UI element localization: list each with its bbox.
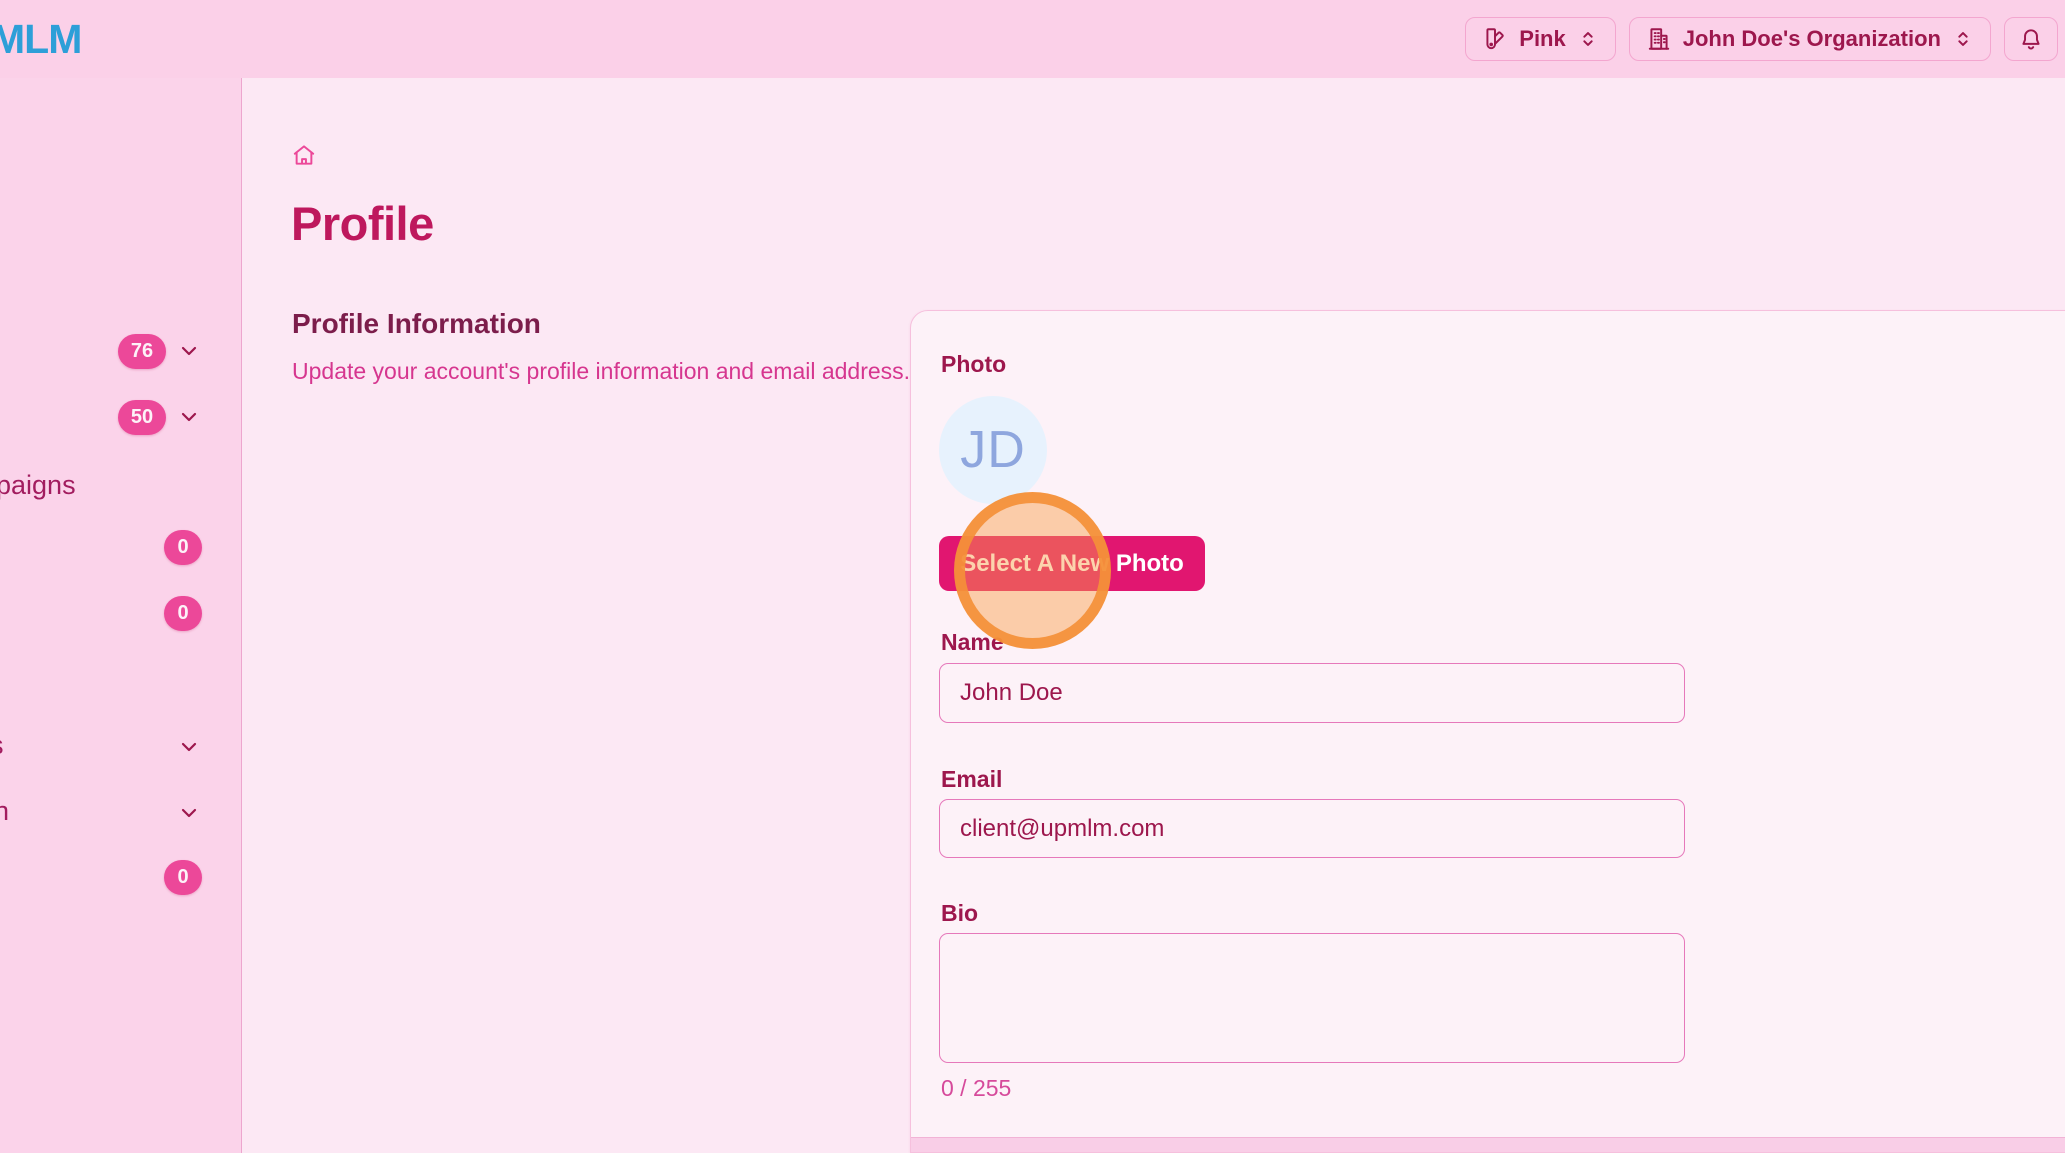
chevron-down-icon[interactable] bbox=[177, 801, 201, 825]
chevron-down-icon[interactable] bbox=[177, 405, 201, 429]
theme-selector-label: Pink bbox=[1519, 26, 1565, 52]
avatar-initials: JD bbox=[960, 420, 1026, 480]
sidebar-count-badge: 0 bbox=[164, 596, 202, 631]
page-title: Profile bbox=[291, 196, 434, 251]
sidebar-item-campaigns[interactable]: paigns bbox=[0, 470, 76, 501]
theme-selector[interactable]: Pink bbox=[1465, 17, 1615, 61]
chevron-up-down-icon bbox=[1577, 28, 1599, 50]
building-icon bbox=[1646, 26, 1672, 52]
sidebar: 76 50 paigns 0 0 s n 0 bbox=[0, 78, 242, 1153]
section-heading: Profile Information bbox=[292, 308, 541, 340]
topbar-actions: Pink John Doe's Org bbox=[1465, 17, 2058, 61]
bio-character-counter: 0 / 255 bbox=[941, 1075, 1011, 1102]
chevron-down-icon[interactable] bbox=[177, 339, 201, 363]
screen: MLM Pink bbox=[0, 0, 2065, 1153]
avatar: JD bbox=[939, 396, 1047, 504]
topbar: MLM Pink bbox=[0, 0, 2065, 78]
app-logo: MLM bbox=[0, 0, 81, 78]
select-new-photo-button[interactable]: Select A New Photo bbox=[939, 536, 1205, 591]
profile-card: Photo JD Select A New Photo Name Email B… bbox=[910, 310, 2065, 1153]
organization-selector[interactable]: John Doe's Organization bbox=[1629, 17, 1991, 61]
breadcrumb-home-icon[interactable] bbox=[288, 140, 320, 172]
sidebar-count-badge: 76 bbox=[118, 334, 166, 369]
sidebar-count-badge: 0 bbox=[164, 860, 202, 895]
swatch-icon bbox=[1482, 26, 1508, 52]
sidebar-item[interactable]: n bbox=[0, 796, 9, 827]
bio-label: Bio bbox=[941, 900, 978, 927]
sidebar-count-badge: 50 bbox=[118, 400, 166, 435]
email-input[interactable] bbox=[939, 799, 1685, 858]
sidebar-count-badge: 0 bbox=[164, 530, 202, 565]
name-input[interactable] bbox=[939, 663, 1685, 723]
bio-textarea[interactable] bbox=[939, 933, 1685, 1063]
card-footer bbox=[911, 1137, 2065, 1152]
chevron-down-icon[interactable] bbox=[177, 735, 201, 759]
chevron-up-down-icon bbox=[1952, 28, 1974, 50]
notifications-button[interactable] bbox=[2004, 17, 2058, 61]
section-description: Update your account's profile informatio… bbox=[292, 358, 910, 385]
photo-label: Photo bbox=[941, 351, 1006, 378]
email-label: Email bbox=[941, 766, 1002, 793]
bell-icon bbox=[2018, 26, 2044, 52]
name-label: Name bbox=[941, 629, 1004, 656]
sidebar-item[interactable]: s bbox=[0, 730, 4, 761]
organization-selector-label: John Doe's Organization bbox=[1683, 26, 1941, 52]
